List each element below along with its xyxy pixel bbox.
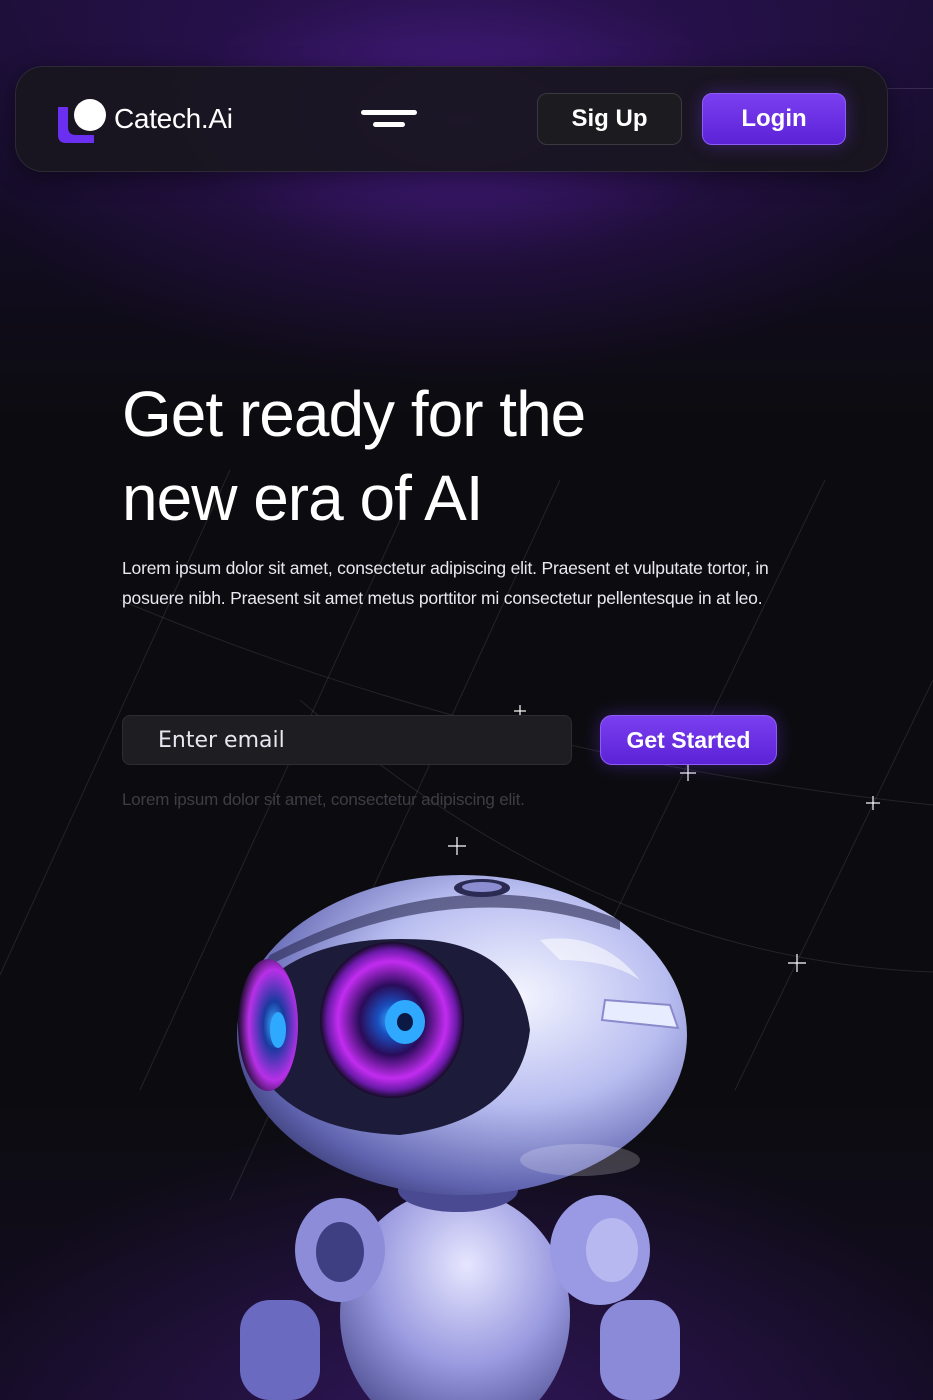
hero-title-line-2: new era of AI (122, 462, 484, 534)
login-button[interactable]: Login (702, 93, 846, 145)
sign-up-button[interactable]: Sig Up (537, 93, 682, 145)
email-field[interactable] (122, 715, 572, 765)
hero-note: Lorem ipsum dolor sit amet, consectetur … (122, 790, 525, 809)
hero-title-line-1: Get ready for the (122, 378, 586, 450)
robot-illustration-icon (237, 875, 687, 1400)
hamburger-menu-icon[interactable] (359, 106, 419, 134)
navbar: Catech.Ai Sig Up Login (15, 66, 888, 172)
nav-divider-line (888, 88, 933, 89)
brand-logo[interactable]: Catech.Ai (56, 95, 266, 145)
get-started-button[interactable]: Get Started (600, 715, 777, 765)
email-input[interactable] (123, 716, 571, 764)
catech-logo-icon (58, 99, 106, 143)
brand-name: Catech.Ai (114, 103, 233, 134)
hero-title: Get ready for the new era of AI (122, 372, 842, 540)
hero-description: Lorem ipsum dolor sit amet, consectetur … (122, 558, 769, 608)
